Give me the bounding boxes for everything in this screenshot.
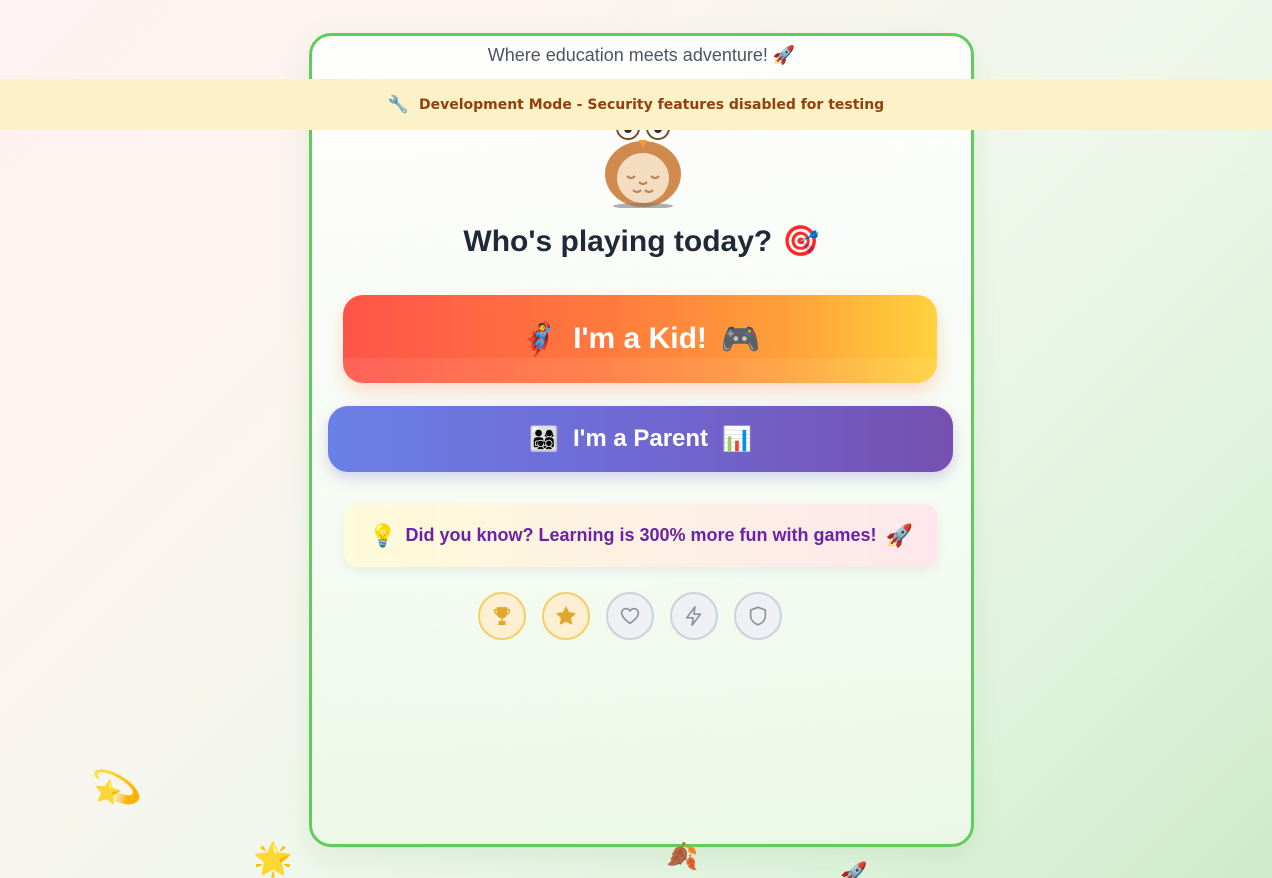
dev-mode-banner: 🔧 Development Mode - Security features d… xyxy=(0,79,1272,130)
fun-fact-banner: 💡 Did you know? Learning is 300% more fu… xyxy=(344,504,938,567)
login-card: Where education meets adventure! 🚀 Who's… xyxy=(309,33,974,847)
achievement-badges xyxy=(478,592,782,640)
kid-login-button[interactable]: 🦸 I'm a Kid! 🎮 xyxy=(343,295,937,383)
superhero-icon: 🦸 xyxy=(519,321,560,357)
rocket-decoration: 🚀 xyxy=(840,862,868,878)
heart-icon xyxy=(620,607,640,625)
badge-star xyxy=(542,592,590,640)
page-title: Who's playing today? 🎯 xyxy=(312,224,971,259)
kid-button-label: I'm a Kid! xyxy=(573,322,707,355)
heading-text: Who's playing today? xyxy=(463,225,773,258)
badge-heart xyxy=(606,592,654,640)
star-icon xyxy=(556,606,576,625)
shield-icon xyxy=(749,606,767,626)
target-icon: 🎯 xyxy=(782,225,820,258)
badge-shield xyxy=(734,592,782,640)
tagline: Where education meets adventure! 🚀 xyxy=(487,45,796,65)
fun-fact-text: Did you know? Learning is 300% more fun … xyxy=(405,525,877,545)
badge-zap xyxy=(670,592,718,640)
family-icon: 👨‍👩‍👧‍👦 xyxy=(529,425,559,453)
sparkle-decoration: 💫 xyxy=(86,759,145,815)
game-controller-icon: 🎮 xyxy=(720,321,761,357)
rocket-icon: 🚀 xyxy=(885,522,913,548)
leaf-decoration: 🍂 xyxy=(666,842,699,872)
trophy-icon xyxy=(493,607,511,625)
lightbulb-icon: 💡 xyxy=(369,522,397,548)
badge-trophy xyxy=(478,592,526,640)
glowing-star-decoration: 🌟 xyxy=(253,840,293,878)
dev-mode-text: Development Mode - Security features dis… xyxy=(418,96,885,113)
wrench-icon: 🔧 xyxy=(387,94,409,115)
zap-icon xyxy=(685,606,702,626)
parent-login-button[interactable]: 👨‍👩‍👧‍👦 I'm a Parent 📊 xyxy=(328,406,953,472)
bar-chart-icon: 📊 xyxy=(722,425,752,453)
parent-button-label: I'm a Parent xyxy=(572,425,709,452)
